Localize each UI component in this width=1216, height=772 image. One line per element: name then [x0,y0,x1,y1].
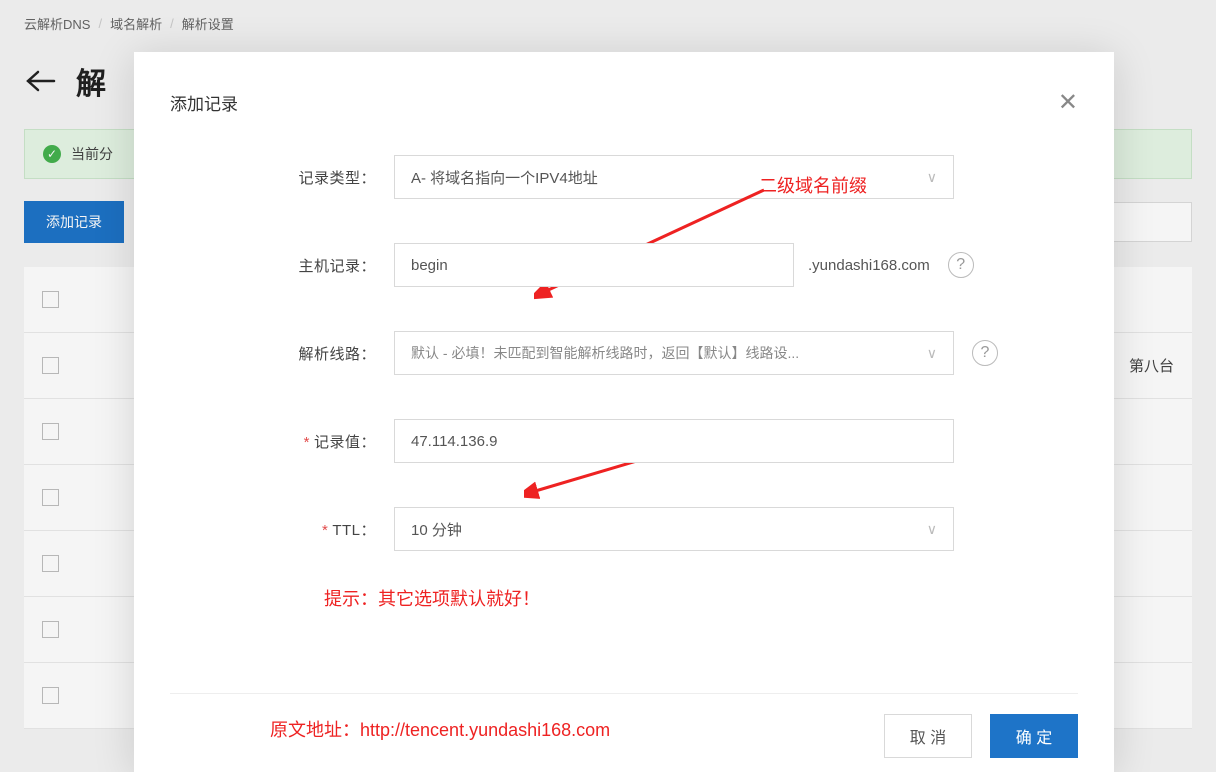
label-resolution-line: 解析线路： [170,343,394,364]
host-record-field[interactable] [411,257,777,274]
checkbox[interactable] [42,357,59,374]
add-record-button[interactable]: 添加记录 [24,201,124,243]
domain-suffix: .yundashi168.com [808,257,930,274]
crumb-dns[interactable]: 云解析DNS [24,14,90,33]
help-icon[interactable]: ? [972,340,998,366]
cancel-button[interactable]: 取 消 [884,714,972,758]
resolution-line-select[interactable]: 默认 - 必填！未匹配到智能解析线路时，返回【默认】线路设... ∨ [394,331,954,375]
page-title: 解 [76,59,106,103]
chevron-down-icon: ∨ [927,169,937,186]
checkbox[interactable] [42,621,59,638]
close-icon[interactable]: ✕ [1058,88,1078,117]
ttl-value: 10 分钟 [411,519,462,540]
add-record-modal: 添加记录 ✕ 记录类型： A- 将域名指向一个IPV4地址 ∨ 二级域名前缀 主… [134,52,1114,772]
chevron-down-icon: ∨ [927,345,937,362]
breadcrumb-sep: / [170,16,174,31]
help-icon[interactable]: ? [948,252,974,278]
chevron-down-icon: ∨ [927,521,937,538]
record-type-select[interactable]: A- 将域名指向一个IPV4地址 ∨ [394,155,954,199]
label-host-record: 主机记录： [170,255,394,276]
check-circle-icon: ✓ [43,145,61,163]
record-value-input[interactable] [394,419,954,463]
confirm-button[interactable]: 确 定 [990,714,1078,758]
record-value-field[interactable] [411,433,937,450]
modal-title: 添加记录 [170,90,238,115]
label-record-type: 记录类型： [170,167,394,188]
annotation-subdomain: 二级域名前缀 [759,172,867,198]
breadcrumb-sep: / [98,16,102,31]
checkbox[interactable] [42,489,59,506]
annotation-tip: 提示：其它选项默认就好！ [324,585,1078,611]
checkbox[interactable] [42,291,59,308]
breadcrumb: 云解析DNS / 域名解析 / 解析设置 [0,0,1216,47]
label-ttl: *TTL： [170,519,394,540]
crumb-domain[interactable]: 域名解析 [110,14,162,33]
alert-text: 当前分 [71,144,113,164]
label-record-value: *记录值： [170,431,394,452]
host-record-input[interactable] [394,243,794,287]
checkbox[interactable] [42,423,59,440]
resolution-line-value: 默认 - 必填！未匹配到智能解析线路时，返回【默认】线路设... [411,343,799,363]
ttl-select[interactable]: 10 分钟 ∨ [394,507,954,551]
checkbox[interactable] [42,555,59,572]
crumb-settings: 解析设置 [182,14,234,33]
back-arrow-icon[interactable] [24,64,58,98]
row-text: 第八台 [1129,355,1174,376]
record-type-value: A- 将域名指向一个IPV4地址 [411,167,598,188]
checkbox[interactable] [42,687,59,704]
